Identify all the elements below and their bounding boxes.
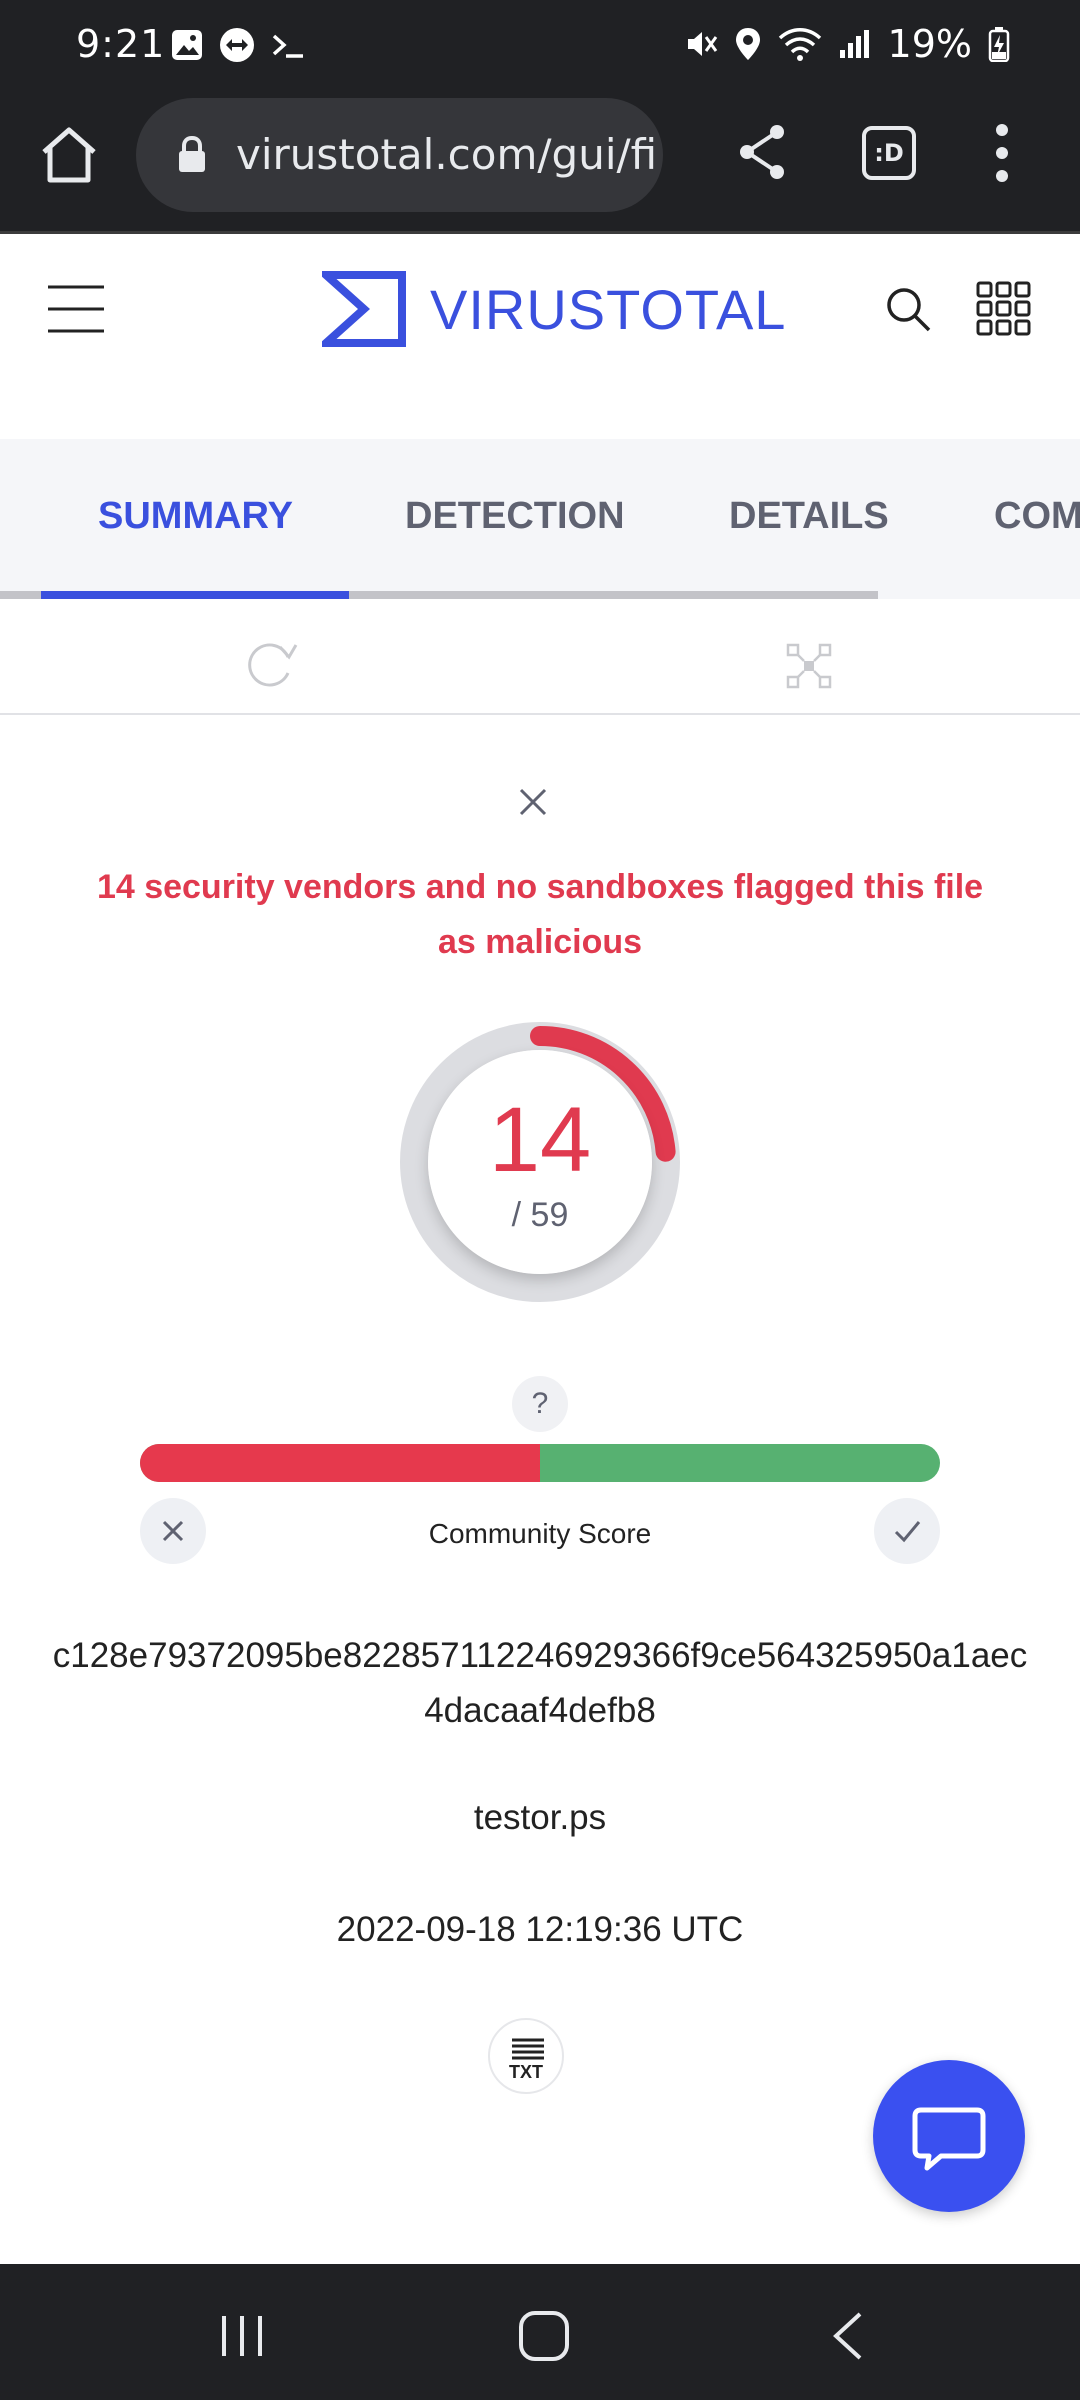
reanalyze-icon[interactable] <box>242 639 298 689</box>
tab-detection[interactable]: DETECTION <box>405 495 625 538</box>
check-icon <box>894 1521 921 1543</box>
battery-charging-icon <box>988 27 1010 62</box>
tab-switcher-button[interactable]: :D <box>862 126 916 180</box>
system-status: 19% <box>684 22 1010 66</box>
detection-alert-message: 14 security vendors and no sandboxes fla… <box>96 868 984 961</box>
terminal-icon <box>272 34 303 58</box>
close-icon <box>162 1520 184 1542</box>
close-icon[interactable] <box>517 786 549 818</box>
community-score-negative <box>140 1444 540 1482</box>
report-tabs: SUMMARY DETECTION DETAILS COMMUNITY <box>0 439 1080 599</box>
back-icon[interactable] <box>830 2310 864 2362</box>
virustotal-logo[interactable]: VIRUSTOTAL <box>322 271 786 347</box>
logo-text: VIRUSTOTAL <box>430 277 787 341</box>
community-score-bar <box>140 1444 940 1482</box>
total-engines: / 59 <box>511 1196 569 1234</box>
virustotal-logo-icon <box>322 271 406 347</box>
file-name: testor.ps <box>473 1798 607 1837</box>
site-header: VIRUSTOTAL <box>0 237 1080 439</box>
text-lines-icon <box>512 2038 544 2060</box>
tab-community[interactable]: COMMUNITY <box>994 495 1080 538</box>
recents-icon[interactable] <box>218 2312 266 2360</box>
notification-icons <box>170 26 306 64</box>
home-nav-icon[interactable] <box>518 2310 570 2362</box>
tab-summary[interactable]: SUMMARY <box>98 495 293 538</box>
help-icon[interactable]: ? <box>512 1376 568 1432</box>
status-bar: 9:21 19% <box>0 0 1080 92</box>
browser-toolbar: virustotal.com/gui/file :D <box>0 92 1080 234</box>
file-type-txt-icon: TXT <box>488 2018 564 2094</box>
community-score-label: Community Score <box>428 1518 652 1549</box>
malicious-count: 14 <box>488 1089 592 1191</box>
search-icon[interactable] <box>884 285 932 333</box>
signal-icon <box>839 30 869 58</box>
mute-icon <box>687 32 717 56</box>
system-nav-bar <box>0 2264 1080 2400</box>
analysis-date: 2022-09-18 12:19:36 UTC <box>336 1910 744 1949</box>
vote-harmless-button[interactable] <box>874 1498 940 1564</box>
address-bar[interactable]: virustotal.com/gui/file <box>136 98 663 212</box>
file-type-label: TXT <box>509 2062 543 2082</box>
file-hash: c128e79372095be822857112246929366f9ce564… <box>52 1636 1028 1730</box>
gauge-center: 14 / 59 <box>428 1050 652 1274</box>
vote-malicious-button[interactable] <box>140 1498 206 1564</box>
menu-icon[interactable] <box>48 283 104 335</box>
lock-icon <box>179 136 205 172</box>
gallery-icon <box>172 30 202 60</box>
report-actions <box>0 599 1080 715</box>
graph-icon[interactable] <box>786 643 832 689</box>
location-icon <box>735 28 760 60</box>
detection-score-gauge: 14 / 59 <box>398 1020 682 1304</box>
chat-button[interactable] <box>873 2060 1025 2212</box>
battery-percent: 19% <box>887 22 972 66</box>
wifi-icon <box>778 28 821 61</box>
tab-active-indicator <box>41 591 349 599</box>
share-icon[interactable] <box>735 122 789 182</box>
chat-icon <box>912 2107 986 2171</box>
apps-grid-icon[interactable] <box>976 281 1032 337</box>
more-options-icon[interactable] <box>990 120 1014 186</box>
tab-details[interactable]: DETAILS <box>729 495 889 538</box>
status-time: 9:21 <box>76 22 166 66</box>
home-icon[interactable] <box>36 122 102 188</box>
url-text: virustotal.com/gui/file <box>236 130 656 179</box>
teamviewer-icon <box>220 28 254 62</box>
